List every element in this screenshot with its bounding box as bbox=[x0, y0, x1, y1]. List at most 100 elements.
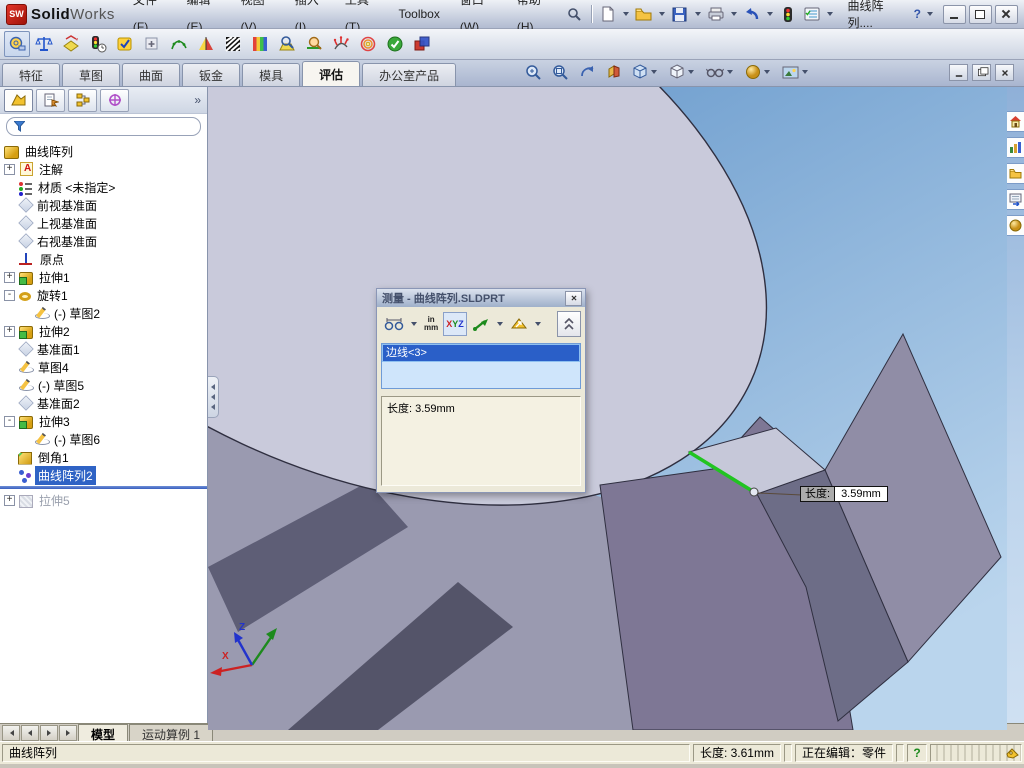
panel-splitter-handle[interactable] bbox=[208, 376, 219, 418]
mass-properties-icon[interactable] bbox=[31, 31, 57, 57]
tab-sketch[interactable]: 草图 bbox=[62, 63, 121, 86]
search-icon[interactable] bbox=[564, 2, 586, 26]
tab-mold[interactable]: 模具 bbox=[242, 63, 301, 86]
tab-features[interactable]: 特征 bbox=[2, 63, 61, 86]
options-dropdown[interactable] bbox=[827, 12, 834, 16]
projected-on-icon[interactable] bbox=[507, 312, 531, 336]
rebuild-icon[interactable] bbox=[777, 2, 799, 26]
doc-close-button[interactable] bbox=[995, 64, 1014, 81]
performance-evaluation-icon[interactable] bbox=[85, 31, 111, 57]
next-tab-button[interactable] bbox=[40, 725, 58, 741]
projected-on-dropdown[interactable] bbox=[534, 322, 541, 326]
expand-icon[interactable]: + bbox=[4, 494, 15, 506]
symmetry-check-icon[interactable] bbox=[355, 31, 381, 57]
expand-icon[interactable]: + bbox=[4, 271, 15, 283]
arc-circle-measurements-icon[interactable] bbox=[381, 312, 407, 336]
tree-item-annotations[interactable]: + 注解 bbox=[0, 160, 207, 178]
tag-icon[interactable] bbox=[1006, 747, 1019, 759]
section-view-icon[interactable] bbox=[603, 61, 625, 83]
tree-item-extrude2[interactable]: + 拉伸2 bbox=[0, 322, 207, 340]
previous-tab-button[interactable] bbox=[21, 725, 39, 741]
file-explorer-icon[interactable] bbox=[1005, 163, 1024, 184]
menu-toolbox[interactable]: Toolbox bbox=[388, 1, 449, 28]
tree-item-root[interactable]: 曲线阵列 bbox=[0, 142, 207, 160]
tree-item-sketch5[interactable]: (-) 草图5 bbox=[0, 376, 207, 394]
gear-model[interactable]: X Z bbox=[208, 87, 1007, 730]
solidworks-resources-icon[interactable] bbox=[1005, 111, 1024, 132]
panel-overflow-chevron[interactable]: » bbox=[194, 93, 203, 107]
first-tab-button[interactable] bbox=[2, 725, 20, 741]
view-palette-icon[interactable] bbox=[1005, 189, 1024, 210]
tab-surfaces[interactable]: 曲面 bbox=[122, 63, 181, 86]
zoom-fit-icon[interactable] bbox=[522, 61, 545, 83]
tree-item-extrude3[interactable]: - 拉伸3 bbox=[0, 412, 207, 430]
compare-documents-icon[interactable] bbox=[409, 31, 435, 57]
print-icon[interactable] bbox=[705, 2, 727, 26]
units-icon[interactable]: in mm bbox=[421, 312, 441, 336]
tree-item-front-plane[interactable]: 前视基准面 bbox=[0, 196, 207, 214]
view-orientation-icon[interactable] bbox=[629, 61, 662, 83]
tree-item-top-plane[interactable]: 上视基准面 bbox=[0, 214, 207, 232]
rollback-bar[interactable] bbox=[0, 486, 207, 489]
curvature-icon[interactable] bbox=[166, 31, 192, 57]
appearances-icon[interactable] bbox=[742, 61, 775, 83]
close-button[interactable] bbox=[994, 4, 1018, 24]
undo-icon[interactable] bbox=[741, 2, 763, 26]
xyz-measurements-icon[interactable]: XYZ bbox=[443, 312, 467, 336]
scene-icon[interactable] bbox=[779, 61, 813, 83]
new-document-icon[interactable] bbox=[597, 2, 619, 26]
deviation-analysis-icon[interactable] bbox=[328, 31, 354, 57]
tree-item-chamfer1[interactable]: 倒角1 bbox=[0, 448, 207, 466]
tree-item-plane1[interactable]: 基准面1 bbox=[0, 340, 207, 358]
last-tab-button[interactable] bbox=[59, 725, 77, 741]
tree-item-extrude5-suppressed[interactable]: + 拉伸5 bbox=[0, 491, 207, 509]
measure-selection-list[interactable]: 边线<3> bbox=[381, 343, 581, 389]
print-dropdown[interactable] bbox=[731, 12, 738, 16]
tab-evaluate[interactable]: 评估 bbox=[302, 61, 361, 86]
curvature-display-icon[interactable] bbox=[247, 31, 273, 57]
expand-icon[interactable]: + bbox=[4, 163, 15, 175]
arc-circle-dropdown[interactable] bbox=[411, 322, 417, 326]
zoom-area-icon[interactable] bbox=[549, 61, 572, 83]
open-icon[interactable] bbox=[633, 2, 655, 26]
measure-close-button[interactable] bbox=[565, 290, 582, 306]
new-document-dropdown[interactable] bbox=[622, 12, 629, 16]
tree-item-sketch6[interactable]: (-) 草图6 bbox=[0, 430, 207, 448]
undercut-analysis-icon[interactable] bbox=[274, 31, 300, 57]
tree-item-material[interactable]: 材质 <未指定> bbox=[0, 178, 207, 196]
configurationmanager-tab-icon[interactable] bbox=[68, 88, 97, 112]
model-tab[interactable]: 模型 bbox=[78, 724, 129, 742]
parting-line-analysis-icon[interactable] bbox=[301, 31, 327, 57]
doc-restore-button[interactable] bbox=[972, 64, 991, 81]
selected-entity-row[interactable]: 边线<3> bbox=[382, 344, 580, 362]
check-entity-icon[interactable] bbox=[112, 31, 138, 57]
save-icon[interactable] bbox=[669, 2, 691, 26]
minimize-button[interactable] bbox=[942, 4, 966, 24]
tree-item-revolve1[interactable]: - 旋转1 bbox=[0, 286, 207, 304]
draft-analysis-icon[interactable] bbox=[193, 31, 219, 57]
help-dropdown[interactable] bbox=[926, 12, 933, 16]
collapse-icon[interactable]: - bbox=[4, 415, 15, 427]
zebra-stripes-icon[interactable] bbox=[220, 31, 246, 57]
tree-item-plane2[interactable]: 基准面2 bbox=[0, 394, 207, 412]
doc-minimize-button[interactable] bbox=[949, 64, 968, 81]
last-view-icon[interactable] bbox=[576, 61, 599, 83]
collapse-dialog-button[interactable] bbox=[557, 311, 581, 337]
tab-office[interactable]: 办公室产品 bbox=[362, 63, 457, 86]
tree-item-sketch2[interactable]: (-) 草图2 bbox=[0, 304, 207, 322]
collapse-icon[interactable]: - bbox=[4, 289, 15, 301]
motion-study-tab[interactable]: 运动算例 1 bbox=[129, 724, 214, 742]
filter-input[interactable] bbox=[30, 119, 193, 134]
undo-dropdown[interactable] bbox=[767, 12, 774, 16]
hide-show-items-icon[interactable] bbox=[703, 61, 738, 83]
appearances-scenes-icon[interactable] bbox=[1005, 215, 1024, 236]
tab-sheetmetal[interactable]: 钣金 bbox=[182, 63, 241, 86]
point-to-point-icon[interactable] bbox=[469, 312, 493, 336]
design-checker-icon[interactable] bbox=[382, 31, 408, 57]
tree-item-extrude1[interactable]: + 拉伸1 bbox=[0, 268, 207, 286]
tree-filter[interactable] bbox=[6, 117, 201, 136]
design-library-icon[interactable] bbox=[1005, 137, 1024, 158]
graphics-viewport[interactable]: X Z 长度: 3.59mm 测量 - 曲线阵列.SLDPRT in mm X … bbox=[208, 87, 1007, 730]
options-icon[interactable] bbox=[801, 2, 823, 26]
featuremanager-tab-icon[interactable] bbox=[4, 88, 33, 112]
